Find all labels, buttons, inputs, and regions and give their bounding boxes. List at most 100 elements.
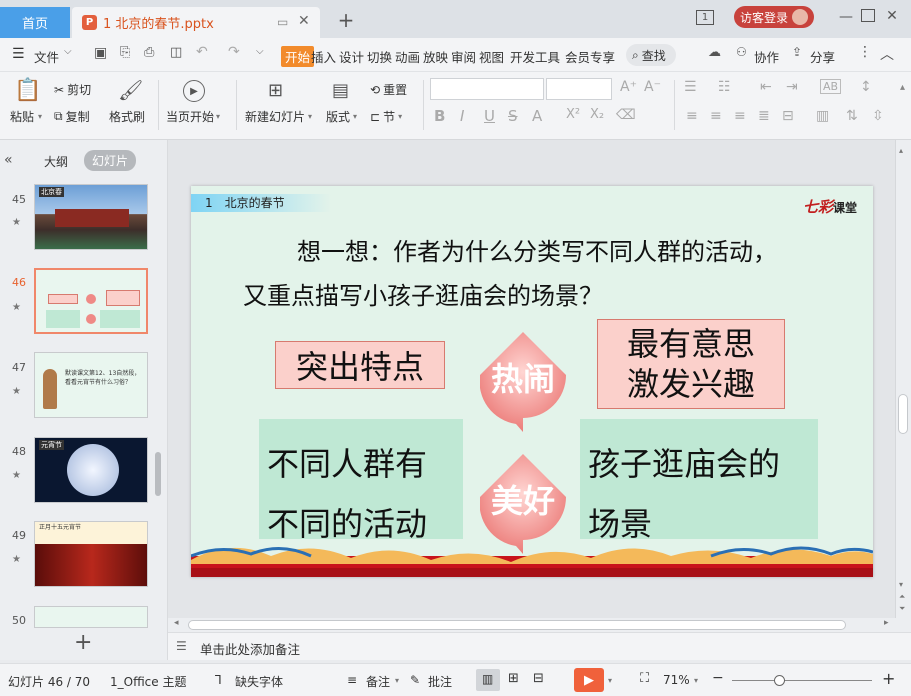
menu-animation[interactable]: 动画	[395, 47, 420, 66]
menu-home[interactable]: 开始	[281, 46, 315, 67]
number-list-icon[interactable]: ☷	[718, 79, 731, 95]
document-tab[interactable]: P 1 北京的春节.pptx ▭ ✕	[72, 7, 320, 38]
normal-view-button[interactable]: ▥	[476, 669, 500, 691]
reset-button[interactable]: ⟲ 重置	[370, 81, 407, 98]
scroll-thumb-h[interactable]	[188, 620, 846, 630]
decrease-indent-icon[interactable]: ⇤	[760, 79, 772, 95]
paste-icon[interactable]: 📋	[14, 78, 41, 103]
menu-slideshow[interactable]: 放映	[423, 47, 448, 66]
missing-font-button[interactable]: 缺失字体	[235, 673, 283, 690]
slides-tab[interactable]: 幻灯片	[84, 150, 137, 171]
scroll-left-icon[interactable]: ◂	[174, 618, 179, 628]
play-slideshow-button[interactable]: ▶	[574, 668, 604, 692]
zoom-out-icon[interactable]: −	[712, 670, 724, 686]
menu-transition[interactable]: 切换	[367, 47, 392, 66]
home-tab[interactable]: 首页	[0, 7, 70, 38]
bold-icon[interactable]: B	[434, 107, 445, 125]
collapse-ribbon-icon[interactable]: ︿	[880, 44, 894, 64]
print-icon[interactable]: ⎙	[144, 45, 154, 60]
collab-icon[interactable]: ⚇	[736, 45, 747, 59]
line-spacing-icon[interactable]: ↕	[860, 79, 872, 95]
vertical-scrollbar[interactable]: ▴ ▾ ⏶ ⏷	[896, 140, 911, 618]
comments-button[interactable]: 批注	[428, 673, 452, 690]
slide-thumbnail-selected[interactable]	[34, 268, 148, 334]
menu-file[interactable]: 文件	[34, 47, 59, 66]
scroll-thumb[interactable]	[898, 394, 908, 434]
outline-tab[interactable]: 大纲	[44, 153, 68, 170]
slide-thumbnail[interactable]: 默读课文第12、13自然段，看看元宵节有什么习俗？	[34, 352, 148, 418]
more-quick-icon[interactable]: ⌵	[256, 46, 264, 57]
start-from-current-button[interactable]: 当页开始	[166, 108, 214, 125]
close-tab-icon[interactable]: ✕	[298, 13, 310, 29]
close-window-icon[interactable]: ✕	[884, 8, 900, 24]
decrease-font-icon[interactable]: A⁻	[644, 79, 661, 95]
menu-design[interactable]: 设计	[339, 47, 364, 66]
fit-window-icon[interactable]: ⛶	[640, 671, 649, 686]
collab-button[interactable]: 协作	[754, 47, 779, 66]
menu-review[interactable]: 审阅	[451, 47, 476, 66]
slide-thumbnail[interactable]: 正月十五元宵节	[34, 521, 148, 587]
cloud-icon[interactable]: ☁	[708, 45, 721, 60]
prev-slide-icon[interactable]: ⏶	[899, 592, 905, 602]
zoom-slider-track[interactable]	[732, 680, 872, 681]
reading-view-icon[interactable]: ⊟	[533, 671, 544, 686]
menu-insert[interactable]: 插入	[311, 47, 336, 66]
font-size-select[interactable]	[546, 78, 612, 100]
page-indicator[interactable]: 1	[696, 10, 714, 25]
theme-name[interactable]: 1_Office 主题	[110, 673, 186, 690]
next-slide-icon[interactable]: ⏷	[899, 604, 905, 614]
notes-placeholder[interactable]: 单击此处添加备注	[200, 639, 300, 658]
align-center-icon[interactable]: ≡	[710, 108, 722, 124]
zoom-dropdown-icon[interactable]: ▾	[694, 676, 698, 685]
text-direction-icon[interactable]: ⇅	[846, 108, 858, 124]
ribbon-scroll-up-icon[interactable]: ▴	[900, 82, 905, 93]
increase-indent-icon[interactable]: ⇥	[786, 79, 798, 95]
menu-view[interactable]: 视图	[479, 47, 504, 66]
italic-icon[interactable]: I	[460, 107, 464, 125]
scroll-down-icon[interactable]: ▾	[899, 580, 903, 589]
cut-button[interactable]: ✂ 剪切	[54, 81, 91, 98]
hamburger-icon[interactable]: ☰	[12, 46, 25, 62]
paste-dropdown-icon[interactable]: ▾	[38, 112, 42, 121]
grid-view-icon[interactable]: ⊞	[508, 671, 519, 686]
save-icon[interactable]: ▣	[94, 45, 107, 61]
vertical-align-icon[interactable]: ⇳	[872, 108, 884, 124]
horizontal-scrollbar[interactable]: ◂ ▸	[168, 618, 911, 632]
increase-font-icon[interactable]: A⁺	[620, 79, 637, 95]
collapse-panel-icon[interactable]: «	[4, 152, 13, 168]
slide-thumbnail[interactable]	[34, 606, 148, 628]
bullet-list-icon[interactable]: ☰	[684, 79, 697, 95]
more-icon[interactable]: ⋮	[858, 44, 872, 60]
zoom-in-icon[interactable]: +	[882, 669, 895, 688]
chevron-down-icon[interactable]: ⌵	[64, 46, 72, 57]
superscript-icon[interactable]: X²	[566, 107, 580, 122]
layout-button[interactable]: 版式	[326, 108, 350, 125]
start-dropdown-icon[interactable]: ▾	[216, 112, 220, 121]
text-box-icon[interactable]: AB	[820, 79, 842, 94]
menu-developer[interactable]: 开发工具	[510, 47, 560, 66]
strikethrough-icon[interactable]: S	[508, 107, 518, 125]
panel-scrollbar[interactable]	[155, 452, 161, 496]
section-button[interactable]: ⊏ 节 ▾	[370, 108, 402, 125]
copy-button[interactable]: ⧉ 复制	[54, 108, 90, 125]
paste-button[interactable]: 粘贴	[10, 108, 34, 125]
new-tab-icon[interactable]: +	[336, 8, 356, 32]
add-slide-button[interactable]: +	[74, 630, 92, 655]
menu-member[interactable]: 会员专享	[565, 47, 615, 66]
scroll-right-icon[interactable]: ▸	[884, 618, 889, 628]
align-left-icon[interactable]: ≡	[686, 108, 698, 124]
slide-thumbnail[interactable]: 元宵节	[34, 437, 148, 503]
notes-area[interactable]: ☰ 单击此处添加备注	[168, 632, 911, 660]
underline-icon[interactable]: U	[484, 107, 495, 125]
notes-dropdown-icon[interactable]: ▾	[395, 676, 399, 685]
format-painter-button[interactable]: 格式刷	[109, 108, 145, 125]
slide[interactable]: 1 北京的春节 七彩课堂 想一想：作者为什么分类写不同人群的活动， 又重点描写小…	[191, 186, 873, 577]
share-button[interactable]: 分享	[810, 47, 835, 66]
login-button[interactable]: 访客登录	[734, 6, 814, 28]
undo-icon[interactable]: ↶	[196, 44, 208, 60]
play-dropdown-icon[interactable]: ▾	[608, 676, 612, 685]
zoom-slider-thumb[interactable]	[774, 675, 785, 686]
clear-format-icon[interactable]: ⌫	[616, 107, 636, 123]
align-right-icon[interactable]: ≡	[734, 108, 746, 124]
scroll-up-icon[interactable]: ▴	[899, 146, 903, 155]
